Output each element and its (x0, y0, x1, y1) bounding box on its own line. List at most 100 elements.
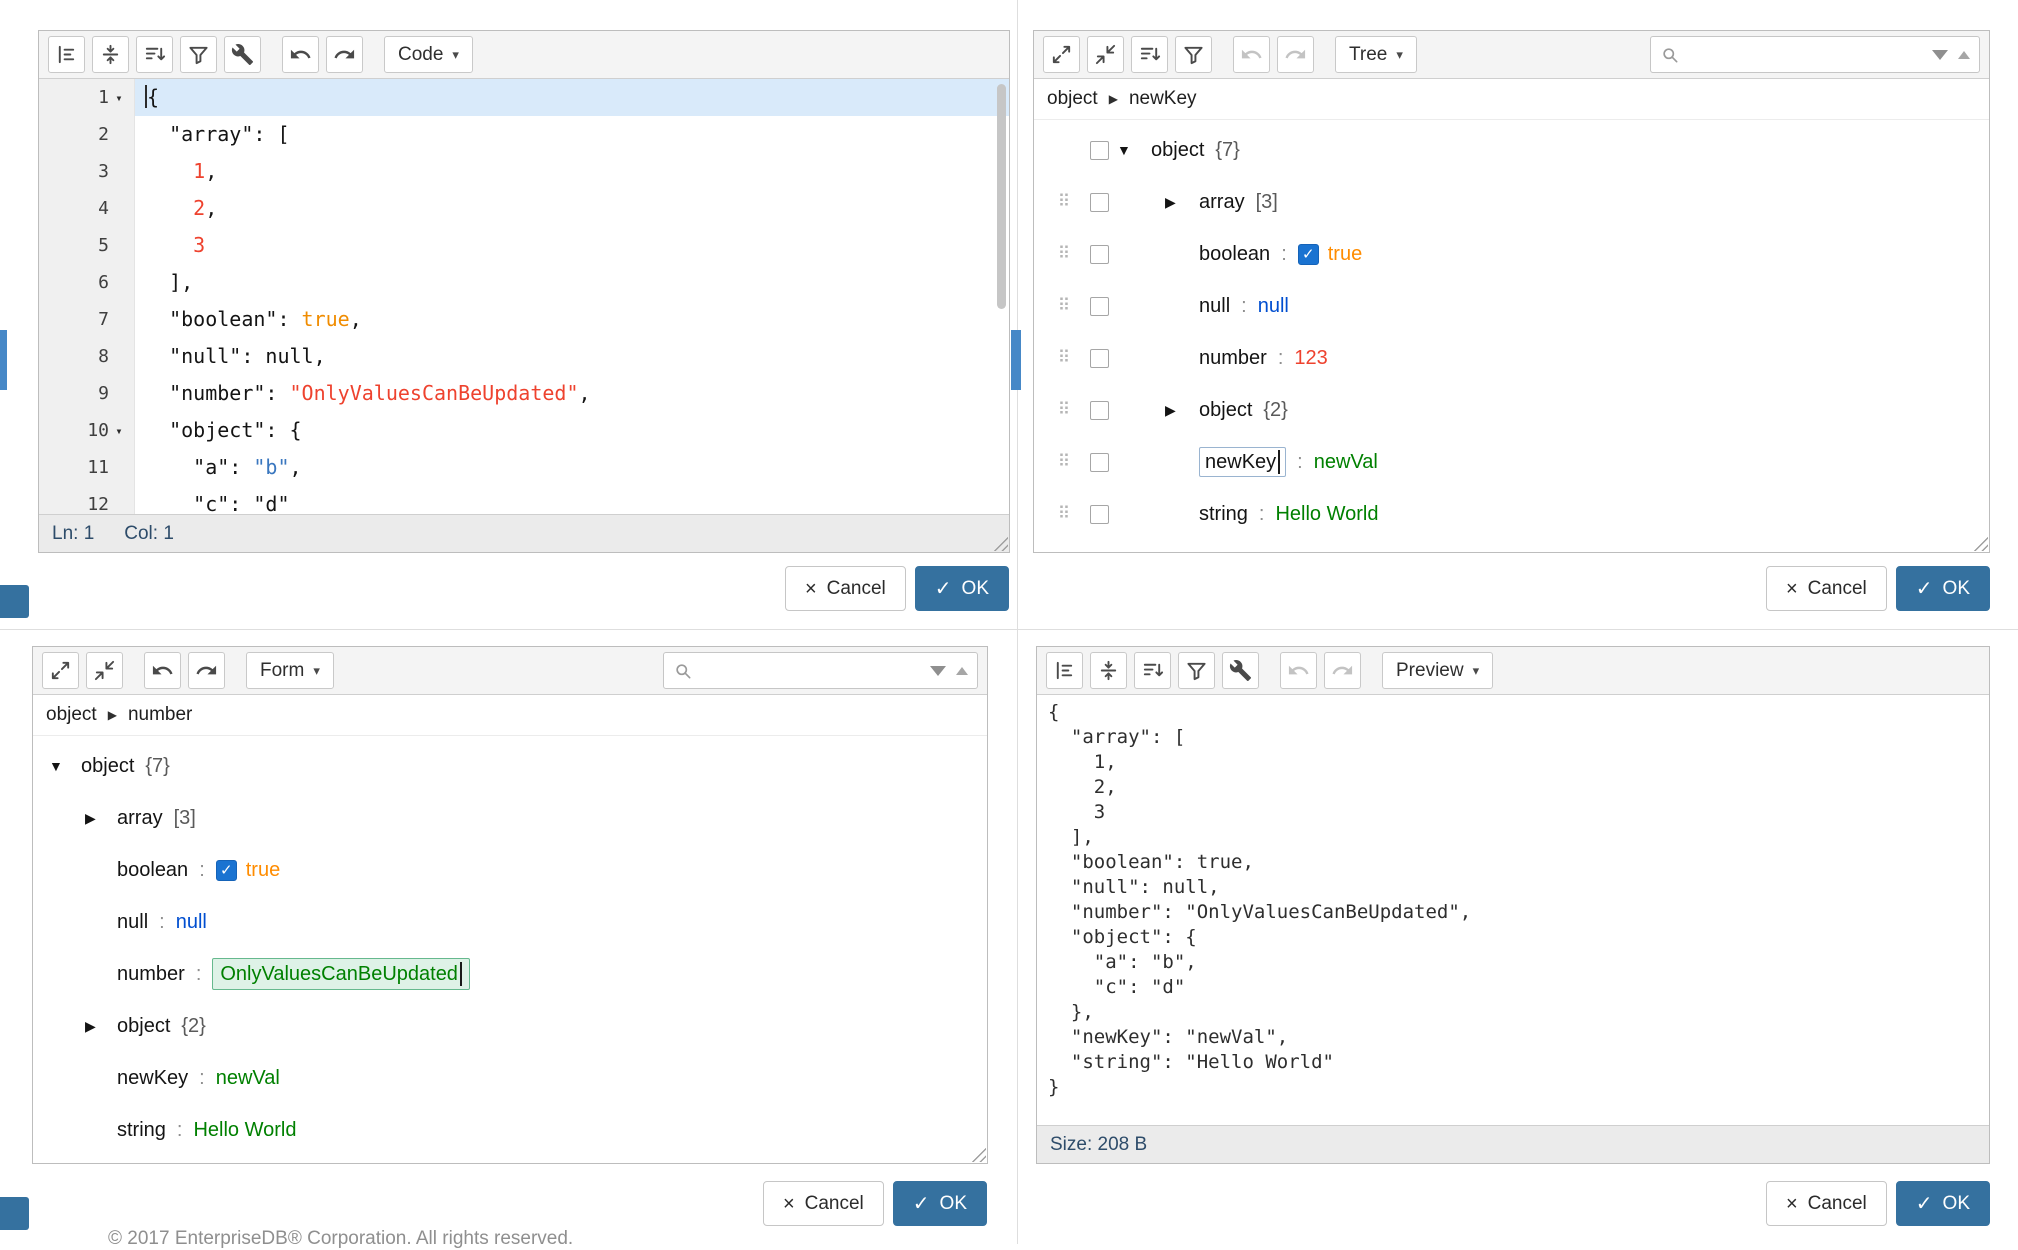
code-line[interactable]: "object": { (135, 412, 1009, 449)
cancel-button[interactable]: ×Cancel (1766, 1181, 1887, 1226)
node-value[interactable]: Hello World (193, 1119, 296, 1142)
code-line[interactable]: "number": "OnlyValuesCanBeUpdated", (135, 375, 1009, 412)
redo-button[interactable] (1324, 652, 1361, 689)
context-menu-button[interactable] (1090, 297, 1109, 316)
sort-button[interactable] (1134, 652, 1171, 689)
format-button[interactable] (48, 36, 85, 73)
expand-toggle-icon[interactable]: ▶ (85, 1018, 117, 1035)
search-input[interactable] (700, 660, 923, 681)
drag-handle-icon[interactable]: ⠿ (1047, 400, 1081, 420)
node-value[interactable]: true (1328, 243, 1362, 266)
expand-toggle-icon[interactable]: ▶ (1165, 194, 1199, 211)
node-value[interactable]: Hello World (1275, 503, 1378, 526)
fold-icon[interactable]: ▾ (109, 424, 129, 438)
context-menu-button[interactable] (1090, 141, 1109, 160)
vertical-scrollbar[interactable] (997, 84, 1006, 309)
transform-button[interactable] (1175, 36, 1212, 73)
expand-toggle-icon[interactable]: ▶ (85, 810, 117, 827)
redo-button[interactable] (1277, 36, 1314, 73)
boolean-checkbox[interactable]: ✓ (1298, 244, 1319, 265)
redo-button[interactable] (188, 652, 225, 689)
drag-handle-icon[interactable]: ⠿ (1047, 452, 1081, 472)
drag-handle-icon[interactable]: ⠿ (1047, 504, 1081, 524)
node-value[interactable]: null (1258, 295, 1289, 318)
node-key[interactable]: number (1199, 347, 1267, 370)
context-menu-button[interactable] (1090, 453, 1109, 472)
drag-handle-icon[interactable]: ⠿ (1047, 244, 1081, 264)
mode-select-tree[interactable]: Tree ▾ (1335, 36, 1417, 73)
code-content[interactable]: { "array": [ 1, 2, 3 ], "boolean": true,… (135, 79, 1009, 514)
ok-button[interactable]: ✓OK (915, 566, 1009, 611)
node-value[interactable]: newVal (1314, 451, 1378, 474)
node-key[interactable]: string (1199, 503, 1248, 526)
node-key[interactable]: array (1199, 191, 1245, 214)
node-value[interactable]: newVal (216, 1067, 280, 1090)
node-key[interactable]: newKey (1205, 451, 1276, 474)
sort-button[interactable] (1131, 36, 1168, 73)
code-area[interactable]: 1▾ 2 3 4 5 6 7 8 9 10▾ 11 12 { "array": … (39, 79, 1009, 514)
ok-button[interactable]: ✓OK (1896, 566, 1990, 611)
code-line[interactable]: 1, (135, 153, 1009, 190)
search-input[interactable] (1687, 44, 1925, 65)
search-previous-icon[interactable] (956, 667, 968, 675)
breadcrumb-item[interactable]: object (1047, 88, 1098, 110)
undo-button[interactable] (144, 652, 181, 689)
transform-button[interactable] (180, 36, 217, 73)
node-value[interactable]: OnlyValuesCanBeUpdated (220, 963, 458, 986)
undo-button[interactable] (1233, 36, 1270, 73)
context-menu-button[interactable] (1090, 349, 1109, 368)
cancel-button[interactable]: ×Cancel (785, 566, 906, 611)
node-value[interactable]: null (176, 911, 207, 934)
code-line-active[interactable]: { (135, 79, 1009, 116)
compact-button[interactable] (1090, 652, 1127, 689)
context-menu-button[interactable] (1090, 505, 1109, 524)
breadcrumb-item[interactable]: number (128, 704, 192, 726)
expand-all-button[interactable] (1043, 36, 1080, 73)
expand-all-button[interactable] (42, 652, 79, 689)
drag-handle-icon[interactable]: ⠿ (1047, 348, 1081, 368)
code-line[interactable]: "a": "b", (135, 449, 1009, 486)
code-line[interactable]: "null": null, (135, 338, 1009, 375)
drag-handle-icon[interactable]: ⠿ (1047, 192, 1081, 212)
mode-select-preview[interactable]: Preview ▾ (1382, 652, 1493, 689)
node-key[interactable]: boolean (1199, 243, 1270, 266)
collapse-toggle-icon[interactable]: ▼ (49, 758, 81, 774)
value-edit-field[interactable]: OnlyValuesCanBeUpdated (212, 958, 470, 990)
context-menu-button[interactable] (1090, 401, 1109, 420)
context-menu-button[interactable] (1090, 245, 1109, 264)
search-next-icon[interactable] (1932, 50, 1948, 60)
drag-handle-icon[interactable]: ⠿ (1047, 296, 1081, 316)
ok-button[interactable]: ✓OK (893, 1181, 987, 1226)
node-key[interactable]: object (1199, 399, 1252, 422)
format-button[interactable] (1046, 652, 1083, 689)
search-next-icon[interactable] (930, 666, 946, 676)
undo-button[interactable] (1280, 652, 1317, 689)
compact-button[interactable] (92, 36, 129, 73)
breadcrumb-item[interactable]: object (46, 704, 97, 726)
code-line[interactable]: "c": "d" (135, 486, 1009, 514)
collapse-toggle-icon[interactable]: ▼ (1117, 142, 1151, 158)
search-previous-icon[interactable] (1958, 51, 1970, 59)
context-menu-button[interactable] (1090, 193, 1109, 212)
undo-button[interactable] (282, 36, 319, 73)
mode-select-code[interactable]: Code ▾ (384, 36, 473, 73)
mode-select-form[interactable]: Form ▾ (246, 652, 334, 689)
key-edit-field[interactable]: newKey (1199, 447, 1286, 477)
boolean-checkbox[interactable]: ✓ (216, 860, 237, 881)
code-line[interactable]: ], (135, 264, 1009, 301)
collapse-all-button[interactable] (1087, 36, 1124, 73)
repair-button[interactable] (1222, 652, 1259, 689)
node-value[interactable]: 123 (1294, 347, 1327, 370)
code-line[interactable]: "boolean": true, (135, 301, 1009, 338)
fold-icon[interactable]: ▾ (109, 91, 129, 105)
repair-button[interactable] (224, 36, 261, 73)
expand-toggle-icon[interactable]: ▶ (1165, 402, 1199, 419)
cancel-button[interactable]: ×Cancel (763, 1181, 884, 1226)
transform-button[interactable] (1178, 652, 1215, 689)
node-key[interactable]: object (1151, 139, 1204, 162)
collapse-all-button[interactable] (86, 652, 123, 689)
node-key[interactable]: null (1199, 295, 1230, 318)
cancel-button[interactable]: ×Cancel (1766, 566, 1887, 611)
sort-button[interactable] (136, 36, 173, 73)
breadcrumb-item[interactable]: newKey (1129, 88, 1197, 110)
